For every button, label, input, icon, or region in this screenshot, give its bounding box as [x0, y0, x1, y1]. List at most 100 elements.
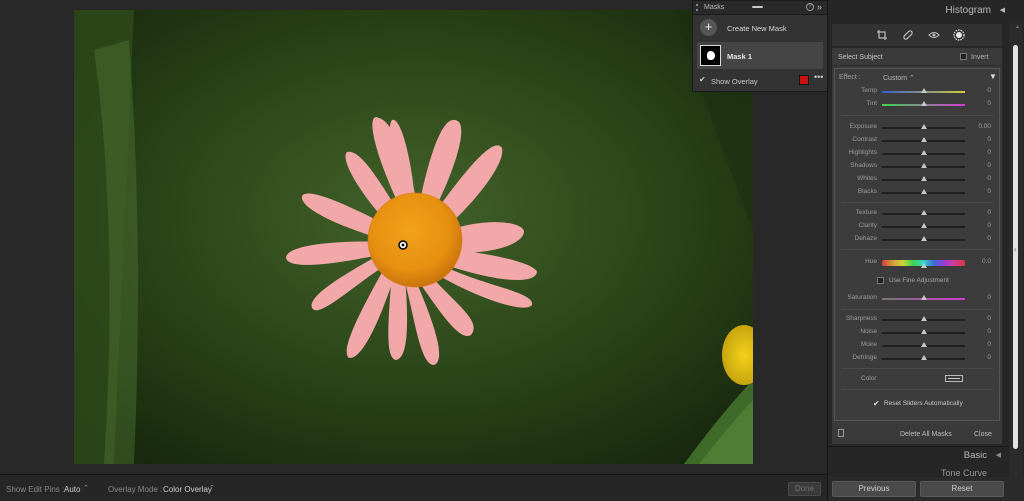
scroll-up-icon[interactable]: ▲ [1015, 24, 1020, 30]
slider-knob[interactable] [920, 295, 927, 300]
basic-panel-header[interactable]: Basic ◀ [828, 446, 1009, 463]
slider-value[interactable]: 0 [987, 87, 991, 94]
slider-value[interactable]: 0 [987, 209, 991, 216]
slider-knob[interactable] [920, 163, 927, 168]
invert-label[interactable]: Invert [971, 54, 989, 61]
slider-value[interactable]: 0 [987, 341, 991, 348]
slider-track[interactable] [882, 124, 965, 129]
chevron-updown-icon[interactable]: ⌃ [209, 484, 215, 492]
slider-track[interactable] [882, 342, 965, 347]
previous-button[interactable]: Previous [832, 481, 916, 497]
fine-adjustment-checkbox[interactable] [877, 277, 884, 284]
slider-track[interactable] [882, 189, 965, 194]
slider-track[interactable] [882, 236, 965, 241]
slider-dehaze[interactable]: Dehaze 0 [835, 233, 999, 245]
photo-preview[interactable] [74, 10, 753, 464]
slider-knob[interactable] [920, 176, 927, 181]
delete-all-masks-button[interactable]: Delete All Masks [900, 431, 952, 438]
slider-track[interactable] [882, 329, 965, 334]
masks-panel-header[interactable]: Masks ? » [693, 1, 827, 15]
slider-exposure[interactable]: Exposure 0.00 [835, 121, 999, 133]
slider-clarity[interactable]: Clarity 0 [835, 220, 999, 232]
reset-sliders-label[interactable]: Reset Sliders Automatically [884, 400, 963, 407]
slider-knob[interactable] [920, 189, 927, 194]
slider-value[interactable]: 0.0 [982, 258, 991, 265]
slider-track[interactable] [882, 137, 965, 142]
slider-knob[interactable] [920, 316, 927, 321]
slider-noise[interactable]: Noise 0 [835, 326, 999, 338]
slider-shadows[interactable]: Shadows 0 [835, 160, 999, 172]
reset-sliders-checkbox[interactable]: ✔ [873, 399, 880, 408]
create-new-mask-row[interactable]: + Create New Mask [693, 15, 827, 41]
bandage-icon[interactable] [902, 29, 914, 41]
mask-thumbnail[interactable] [700, 45, 721, 66]
slider-contrast[interactable]: Contrast 0 [835, 134, 999, 146]
select-subject-label[interactable]: Select Subject [838, 54, 883, 61]
mask-name[interactable]: Mask 1 [727, 52, 752, 61]
slider-sharpness[interactable]: Sharpness 0 [835, 313, 999, 325]
slider-value[interactable]: 0 [987, 149, 991, 156]
slider-track[interactable] [882, 150, 965, 155]
histogram-header[interactable]: Histogram ◀ [828, 0, 1009, 21]
slider-track[interactable] [882, 101, 965, 106]
slider-track[interactable] [882, 316, 965, 321]
crop-icon[interactable] [876, 29, 888, 41]
reset-button[interactable]: Reset [920, 481, 1004, 497]
slider-knob[interactable] [920, 329, 927, 334]
slider-track[interactable] [882, 355, 965, 360]
create-new-mask-label[interactable]: Create New Mask [727, 24, 787, 33]
fine-adjustment-label[interactable]: Use Fine Adjustment [889, 277, 949, 284]
collapse-panel-icon[interactable]: » [817, 2, 822, 12]
slider-knob[interactable] [920, 210, 927, 215]
slider-value[interactable]: 0 [987, 136, 991, 143]
slider-track[interactable] [882, 210, 965, 215]
slider-track[interactable] [882, 176, 965, 181]
slider-knob[interactable] [920, 236, 927, 241]
slider-temp[interactable]: Temp 0 [835, 85, 999, 97]
slider-saturation[interactable]: Saturation 0 [835, 292, 999, 304]
show-overlay-label[interactable]: Show Overlay [711, 77, 758, 86]
hue-spectrum-track[interactable] [882, 260, 965, 268]
histogram-title[interactable]: Histogram [945, 5, 991, 16]
panel-grip-icon[interactable] [696, 4, 700, 11]
color-swatch[interactable] [945, 375, 963, 382]
collapse-triangle-icon[interactable]: ◀ [996, 451, 1001, 459]
masking-icon[interactable] [953, 29, 965, 41]
show-edit-pins-select[interactable]: Auto [64, 485, 80, 494]
slider-value[interactable]: 0 [987, 222, 991, 229]
slider-track[interactable] [882, 163, 965, 168]
slider-knob[interactable] [920, 101, 927, 106]
tone-curve-panel-header[interactable]: Tone Curve [828, 463, 1009, 477]
overlay-mode-select[interactable]: Color Overlay [163, 485, 212, 494]
slider-value[interactable]: 0 [987, 354, 991, 361]
slider-value[interactable]: 0 [987, 188, 991, 195]
slider-value[interactable]: 0 [987, 235, 991, 242]
slider-value[interactable]: 0 [987, 315, 991, 322]
slider-knob[interactable] [920, 355, 927, 360]
slider-whites[interactable]: Whites 0 [835, 173, 999, 185]
slider-value[interactable]: 0 [987, 328, 991, 335]
slider-value[interactable]: 0 [987, 162, 991, 169]
slider-value[interactable]: 0 [987, 100, 991, 107]
chevron-updown-icon[interactable]: ⌃ [83, 484, 89, 492]
overlay-color-swatch[interactable] [799, 75, 809, 85]
slider-knob[interactable] [920, 124, 927, 129]
basic-title[interactable]: Basic [964, 450, 987, 461]
slider-blacks[interactable]: Blacks 0 [835, 186, 999, 198]
panel-toggle-icon[interactable] [838, 429, 844, 437]
slider-defringe[interactable]: Defringe 0 [835, 352, 999, 364]
slider-knob[interactable] [920, 223, 927, 228]
effect-toggle-icon[interactable]: ▼ [989, 72, 997, 81]
tone-curve-title[interactable]: Tone Curve [941, 468, 987, 477]
show-overlay-checkbox[interactable]: ✔ [699, 76, 707, 84]
slider-highlights[interactable]: Highlights 0 [835, 147, 999, 159]
scroll-collapse-icon[interactable]: ‹ [1014, 245, 1017, 254]
slider-tint[interactable]: Tint 0 [835, 98, 999, 110]
collapse-triangle-icon[interactable]: ◀ [1000, 6, 1005, 14]
slider-track[interactable] [882, 88, 965, 93]
help-icon[interactable]: ? [806, 3, 814, 11]
more-options-icon[interactable]: ••• [814, 72, 823, 82]
eye-icon[interactable] [928, 29, 940, 41]
invert-checkbox[interactable] [960, 53, 967, 60]
slider-knob[interactable] [920, 263, 927, 268]
